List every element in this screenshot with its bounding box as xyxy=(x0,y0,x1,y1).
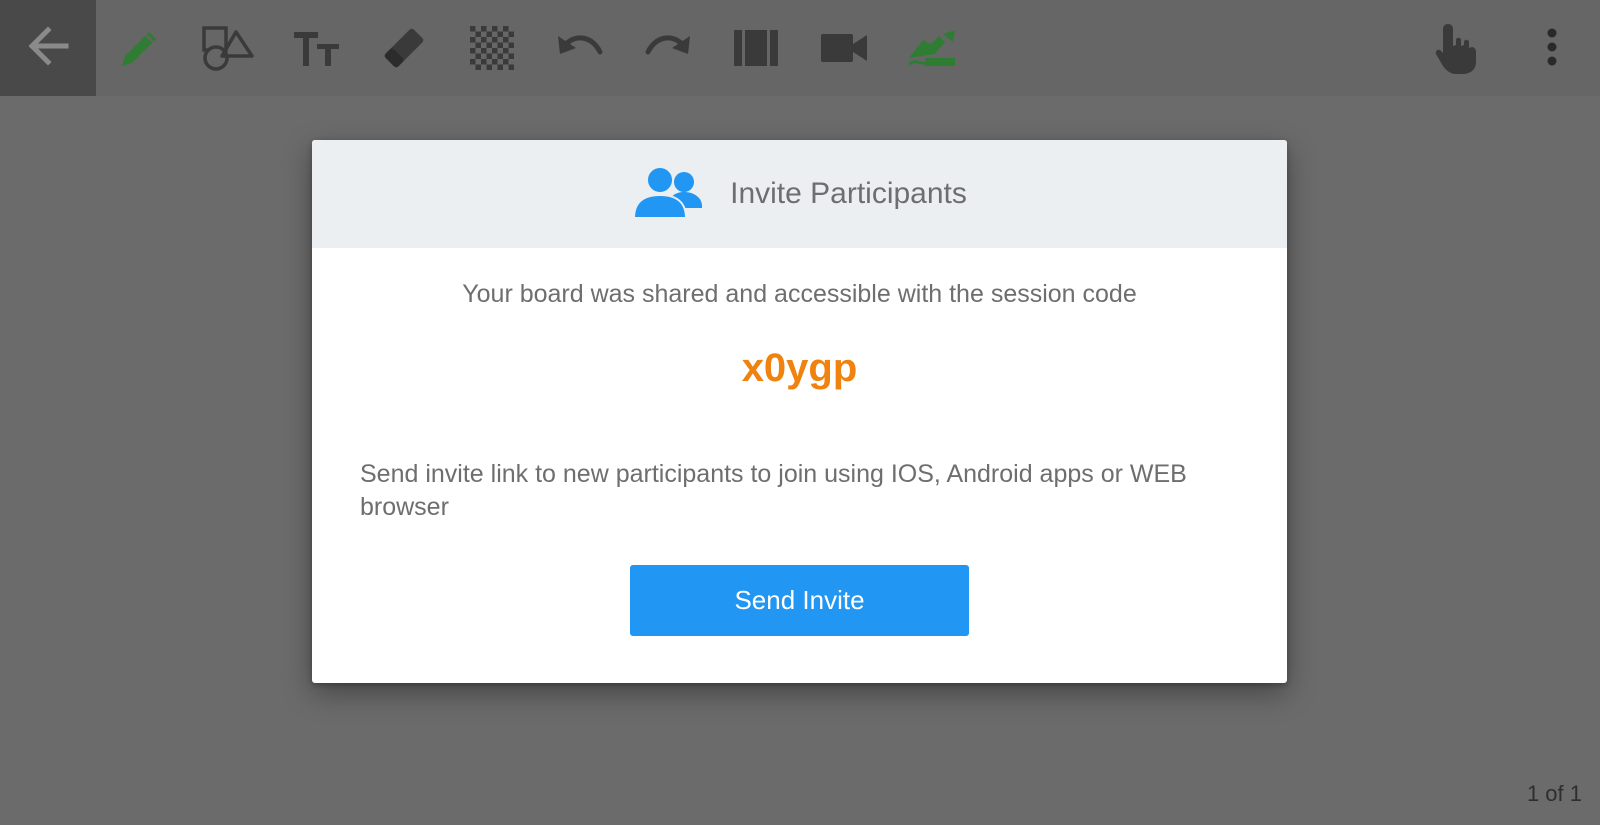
video-camera-icon xyxy=(819,30,869,66)
transparency-tool-button[interactable] xyxy=(464,20,520,76)
dialog-title: Invite Participants xyxy=(730,177,967,210)
text-size-icon xyxy=(291,26,341,70)
video-button[interactable] xyxy=(816,20,872,76)
more-options-icon xyxy=(1546,28,1558,68)
pointer-button[interactable] xyxy=(1428,20,1484,76)
page-indicator: 1 of 1 xyxy=(1526,781,1582,806)
text-tool-button[interactable] xyxy=(288,20,344,76)
participants-icon xyxy=(632,164,704,225)
sign-button[interactable] xyxy=(904,20,960,76)
share-message: Your board was shared and accessible wit… xyxy=(462,280,1137,308)
book-pages-icon xyxy=(732,28,780,68)
redo-button[interactable] xyxy=(640,20,696,76)
eraser-icon xyxy=(380,24,428,72)
eraser-tool-button[interactable] xyxy=(376,20,432,76)
session-code: x0ygp xyxy=(741,346,858,390)
transparency-grid-icon xyxy=(470,26,514,70)
send-invite-button[interactable]: Send Invite xyxy=(630,565,969,636)
dialog-header: Invite Participants xyxy=(312,140,1287,248)
undo-icon xyxy=(556,30,604,66)
back-arrow-icon xyxy=(26,24,70,73)
undo-button[interactable] xyxy=(552,20,608,76)
pointer-hand-icon xyxy=(1432,20,1480,76)
more-options-button[interactable] xyxy=(1524,20,1580,76)
shapes-tool-button[interactable] xyxy=(200,20,256,76)
invite-instructions: Send invite link to new participants to … xyxy=(360,460,1187,521)
pages-button[interactable] xyxy=(728,20,784,76)
back-button[interactable] xyxy=(0,0,96,96)
invite-participants-dialog: Invite Participants Your board was share… xyxy=(312,140,1287,683)
toolbar xyxy=(0,0,1600,96)
hand-sign-icon xyxy=(905,28,959,68)
redo-icon xyxy=(644,30,692,66)
pencil-icon xyxy=(116,24,164,72)
pencil-tool-button[interactable] xyxy=(112,20,168,76)
shapes-icon xyxy=(200,24,256,72)
